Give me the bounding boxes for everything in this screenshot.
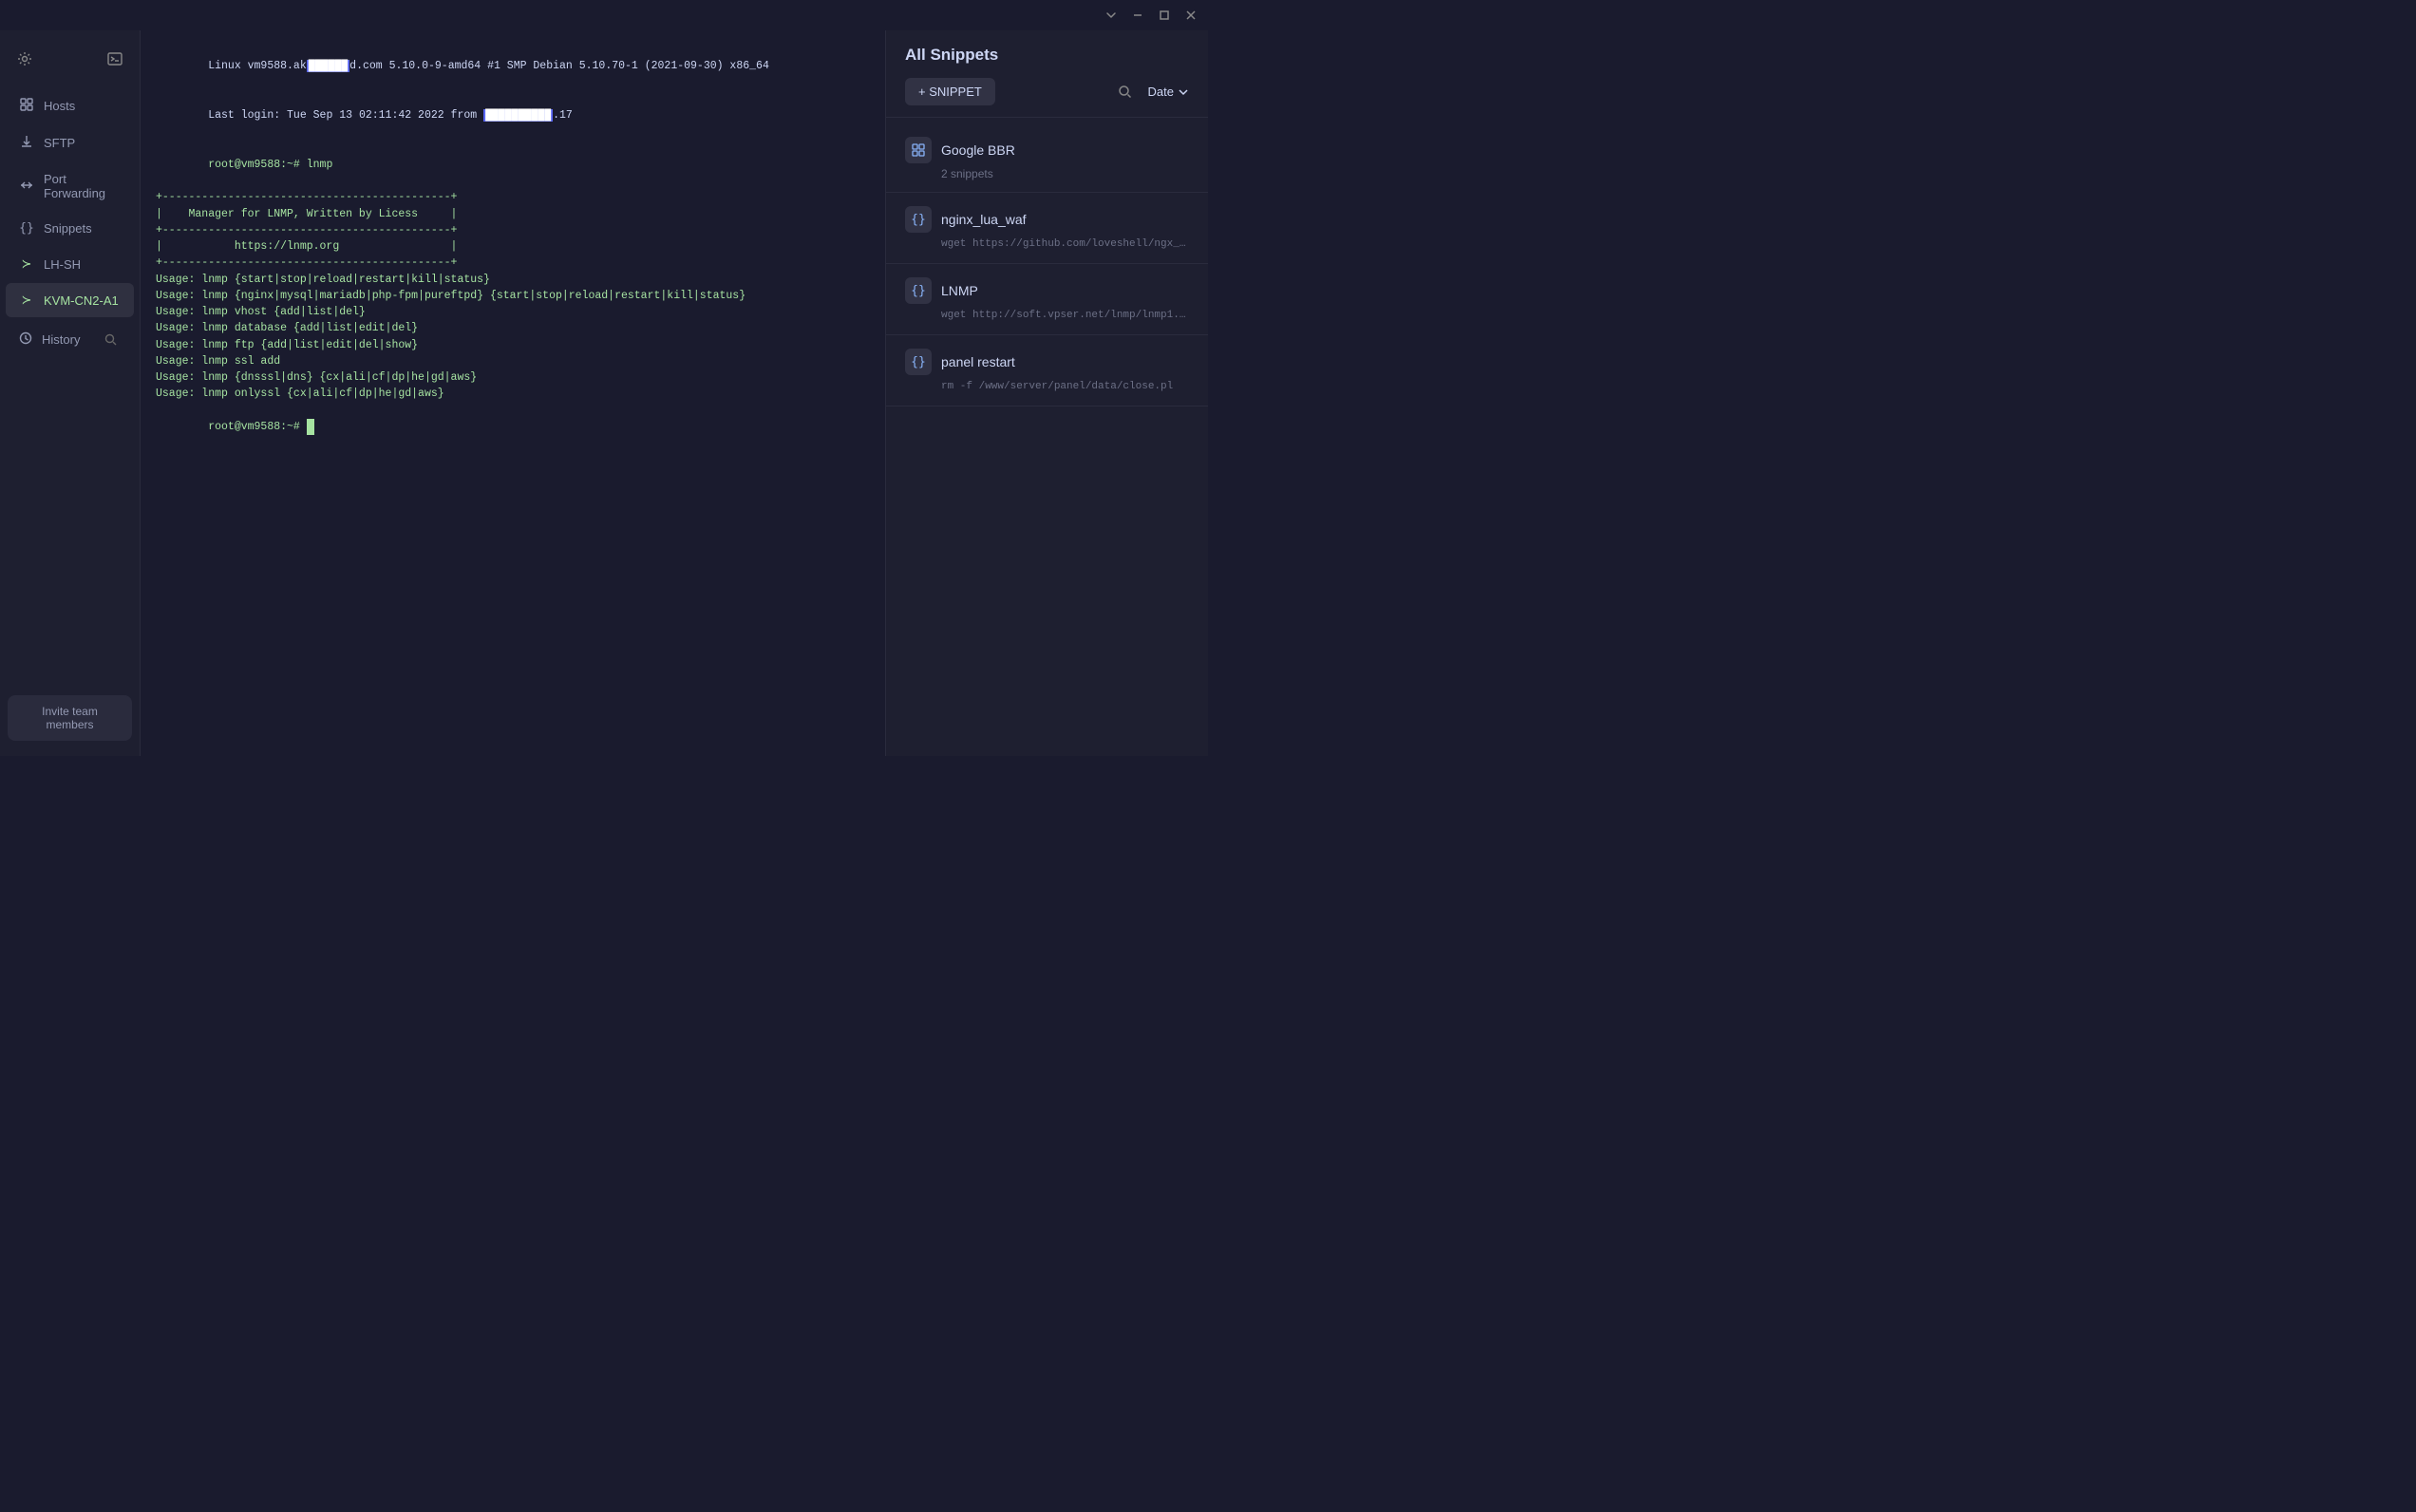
search-snippets-icon[interactable] bbox=[1112, 79, 1139, 105]
snippets-label: Snippets bbox=[44, 221, 92, 236]
sidebar-top bbox=[0, 38, 140, 80]
terminal-icon[interactable] bbox=[102, 46, 128, 72]
hosts-label: Hosts bbox=[44, 99, 75, 113]
snippet-item-header: {} LNMP bbox=[905, 277, 1189, 304]
terminal-line-10: Usage: lnmp {nginx|mysql|mariadb|php-fpm… bbox=[156, 288, 870, 304]
date-filter[interactable]: Date bbox=[1148, 85, 1189, 99]
snippet-group-header: Google BBR bbox=[905, 137, 1189, 163]
terminal-line-12: Usage: lnmp database {add|list|edit|del} bbox=[156, 320, 870, 336]
lh-sh-label: LH-SH bbox=[44, 257, 81, 272]
sidebar-item-snippets[interactable]: {} Snippets bbox=[6, 212, 134, 245]
port-forwarding-label: Port Forwarding bbox=[44, 172, 121, 200]
port-forwarding-icon bbox=[19, 179, 34, 195]
snippet-icon: {} bbox=[905, 277, 932, 304]
history-search-icon[interactable] bbox=[100, 329, 121, 350]
snippet-item-lnmp[interactable]: {} LNMP wget http://soft.vpser.net/lnmp/… bbox=[886, 264, 1208, 335]
snippets-toolbar-right: Date bbox=[1112, 79, 1189, 105]
terminal-line-9: Usage: lnmp {start|stop|reload|restart|k… bbox=[156, 272, 870, 288]
snippet-item-panel-restart[interactable]: {} panel restart rm -f /www/server/panel… bbox=[886, 335, 1208, 406]
titlebar bbox=[0, 0, 1208, 30]
terminal-prompt: root@vm9588:~# bbox=[156, 403, 870, 452]
chevron-down-btn[interactable] bbox=[1102, 6, 1121, 25]
sidebar-item-sftp[interactable]: SFTP bbox=[6, 125, 134, 161]
history-content: History bbox=[19, 331, 100, 348]
history-label: History bbox=[42, 332, 80, 347]
close-btn[interactable] bbox=[1181, 6, 1200, 25]
sidebar-item-hosts[interactable]: Hosts bbox=[6, 88, 134, 123]
sidebar-item-port-forwarding[interactable]: Port Forwarding bbox=[6, 162, 134, 210]
snippets-list: Google BBR 2 snippets {} nginx_lua_waf w… bbox=[886, 118, 1208, 756]
terminal-line-5: | Manager for LNMP, Written by Licess | bbox=[156, 206, 870, 222]
terminal-line-7: | https://lnmp.org | bbox=[156, 238, 870, 255]
invite-label: Invite team members bbox=[42, 705, 98, 731]
settings-icon[interactable] bbox=[11, 46, 38, 72]
terminal-line-3: root@vm9588:~# lnmp bbox=[156, 141, 870, 190]
snippets-title: All Snippets bbox=[905, 46, 1189, 65]
terminal-line-14: Usage: lnmp ssl add bbox=[156, 353, 870, 369]
lh-sh-icon: ≻ bbox=[19, 256, 34, 272]
terminal-line-13: Usage: lnmp ftp {add|list|edit|del|show} bbox=[156, 337, 870, 353]
terminal-line-8: +---------------------------------------… bbox=[156, 255, 870, 271]
terminal-line-4: +---------------------------------------… bbox=[156, 189, 870, 205]
kvm-icon: ≻ bbox=[19, 293, 34, 308]
terminal-line-15: Usage: lnmp {dnsssl|dns} {cx|ali|cf|dp|h… bbox=[156, 369, 870, 386]
snippets-header: All Snippets + SNIPPET Date bbox=[886, 30, 1208, 118]
terminal-line-16: Usage: lnmp onlyssl {cx|ali|cf|dp|he|gd|… bbox=[156, 386, 870, 402]
sidebar: Hosts SFTP Port Forwarding {} Snippets ≻ bbox=[0, 30, 141, 756]
sidebar-item-history[interactable]: History bbox=[6, 319, 134, 359]
history-icon bbox=[19, 331, 32, 348]
snippet-name: nginx_lua_waf bbox=[941, 212, 1027, 227]
snippet-group-google-bbr[interactable]: Google BBR 2 snippets bbox=[886, 125, 1208, 193]
group-name: Google BBR bbox=[941, 142, 1015, 158]
sftp-label: SFTP bbox=[44, 136, 75, 150]
kvm-label: KVM-CN2-A1 bbox=[44, 293, 119, 308]
sidebar-item-kvm-cn2-a1[interactable]: ≻ KVM-CN2-A1 bbox=[6, 283, 134, 317]
date-label: Date bbox=[1148, 85, 1174, 99]
snippet-count: 2 snippets bbox=[905, 167, 1189, 180]
snippet-preview: rm -f /www/server/panel/data/close.pl bbox=[905, 381, 1189, 392]
snippet-item-header: {} panel restart bbox=[905, 349, 1189, 375]
terminal-line-6: +---------------------------------------… bbox=[156, 222, 870, 238]
snippet-name: panel restart bbox=[941, 354, 1015, 369]
add-snippet-label: + SNIPPET bbox=[918, 85, 982, 99]
add-snippet-btn[interactable]: + SNIPPET bbox=[905, 78, 995, 105]
snippet-item-nginx-lua-waf[interactable]: {} nginx_lua_waf wget https://github.com… bbox=[886, 193, 1208, 264]
terminal[interactable]: Linux vm9588.ak██████d.com 5.10.0-9-amd6… bbox=[141, 30, 885, 756]
terminal-line-11: Usage: lnmp vhost {add|list|del} bbox=[156, 304, 870, 320]
minimize-btn[interactable] bbox=[1128, 6, 1147, 25]
sidebar-item-lh-sh[interactable]: ≻ LH-SH bbox=[6, 247, 134, 281]
sftp-icon bbox=[19, 135, 34, 151]
maximize-btn[interactable] bbox=[1155, 6, 1174, 25]
snippets-toolbar: + SNIPPET Date bbox=[905, 78, 1189, 105]
terminal-line-1: Linux vm9588.ak██████d.com 5.10.0-9-amd6… bbox=[156, 42, 870, 91]
snippets-panel: All Snippets + SNIPPET Date bbox=[885, 30, 1208, 756]
group-icon bbox=[905, 137, 932, 163]
snippet-icon: {} bbox=[905, 349, 932, 375]
snippet-item-header: {} nginx_lua_waf bbox=[905, 206, 1189, 233]
terminal-line-2: Last login: Tue Sep 13 02:11:42 2022 fro… bbox=[156, 91, 870, 141]
snippets-icon: {} bbox=[19, 221, 34, 236]
snippet-name: LNMP bbox=[941, 283, 978, 298]
invite-team-members-btn[interactable]: Invite team members bbox=[8, 695, 132, 741]
snippet-preview: wget https://github.com/loveshell/ngx_l·… bbox=[905, 238, 1189, 250]
hosts-icon bbox=[19, 98, 34, 114]
snippet-icon: {} bbox=[905, 206, 932, 233]
terminal-container: Linux vm9588.ak██████d.com 5.10.0-9-amd6… bbox=[141, 30, 885, 756]
snippet-preview: wget http://soft.vpser.net/lnmp/lnmp1.9·… bbox=[905, 310, 1189, 321]
app-body: Hosts SFTP Port Forwarding {} Snippets ≻ bbox=[0, 30, 1208, 756]
